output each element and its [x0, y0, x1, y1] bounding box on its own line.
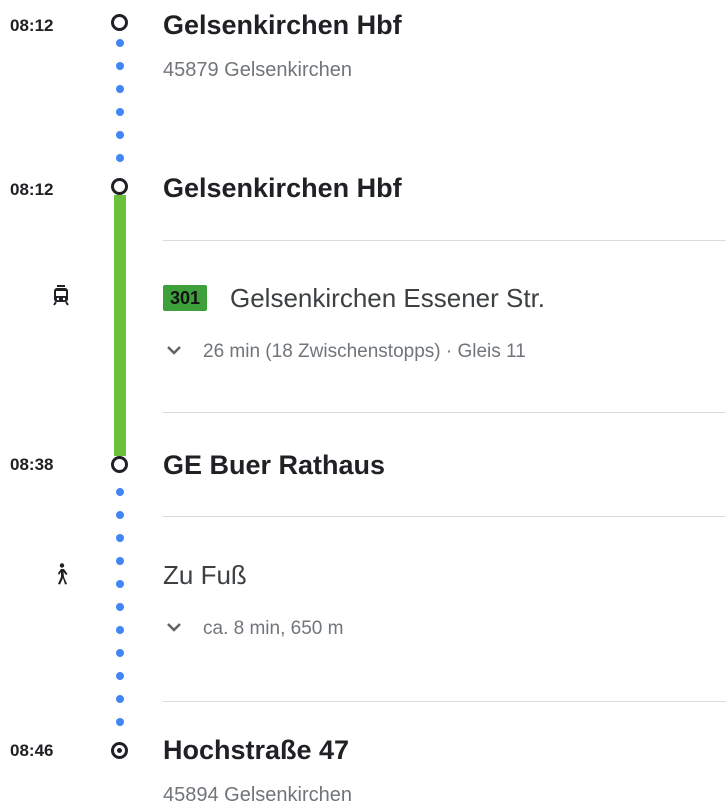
arrival-time: 08:46	[10, 741, 54, 760]
transit-direction: Gelsenkirchen Essener Str.	[230, 283, 546, 313]
boarding-time: 08:12	[10, 180, 54, 199]
divider	[163, 701, 726, 702]
tram-icon	[53, 285, 69, 306]
divider	[163, 240, 726, 241]
destination-name[interactable]: Hochstraße 47	[163, 734, 349, 766]
transit-details-toggle[interactable]: 26 min (18 Zwischenstopps) · Gleis 11	[203, 341, 526, 363]
alighting-stop-name[interactable]: GE Buer Rathaus	[163, 449, 385, 481]
departure-time: 08:12	[10, 16, 54, 35]
origin-address: 45879 Gelsenkirchen	[163, 59, 353, 81]
origin-stop-marker	[111, 14, 128, 31]
destination-address: 45894 Gelsenkirchen	[163, 784, 353, 806]
divider	[163, 412, 726, 413]
boarding-stop-marker	[111, 178, 128, 195]
divider	[163, 516, 726, 517]
origin-stop-name[interactable]: Gelsenkirchen Hbf	[163, 9, 402, 41]
boarding-stop-name[interactable]: Gelsenkirchen Hbf	[163, 172, 402, 204]
transit-route-line	[114, 195, 126, 456]
chevron-down-icon[interactable]	[166, 345, 182, 355]
destination-stop-marker	[111, 742, 128, 759]
walking-icon	[58, 563, 68, 585]
alighting-stop-marker	[111, 456, 128, 473]
walk-details-toggle[interactable]: ca. 8 min, 650 m	[203, 618, 343, 640]
line-badge: 301	[163, 285, 208, 311]
walk-label: Zu Fuß	[163, 560, 247, 590]
alighting-time: 08:38	[10, 455, 54, 474]
chevron-down-icon[interactable]	[166, 622, 182, 632]
